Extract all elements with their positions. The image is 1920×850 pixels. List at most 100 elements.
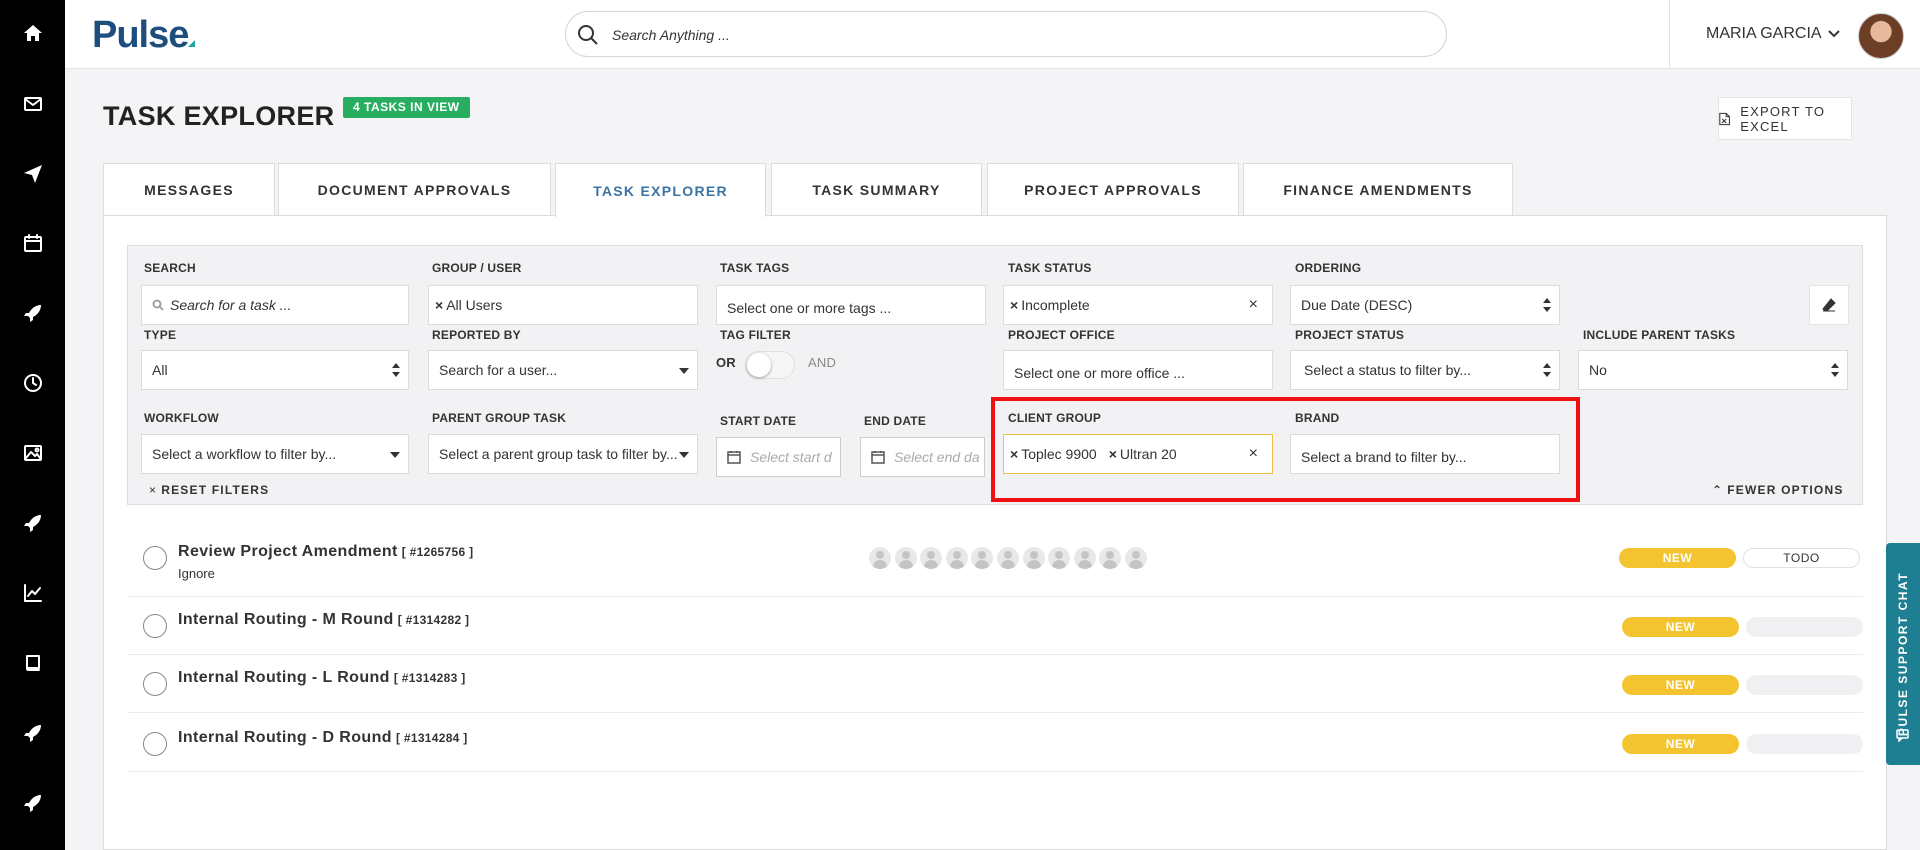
start-date-field[interactable]: Select start d: [716, 437, 841, 477]
support-chat-tab[interactable]: PULSE SUPPORT CHAT: [1886, 543, 1920, 765]
top-header: Pulse MARIA GARCIA: [65, 0, 1920, 69]
rocket-icon[interactable]: [0, 783, 65, 823]
avatar[interactable]: [1858, 13, 1904, 59]
brand-select[interactable]: Select a brand to filter by...: [1290, 434, 1560, 474]
image-icon[interactable]: [0, 433, 65, 473]
calendar-icon: [871, 451, 885, 464]
clock-icon[interactable]: [0, 363, 65, 403]
excel-file-icon: [1719, 112, 1730, 125]
search-icon: [578, 25, 598, 45]
user-icon[interactable]: [1099, 547, 1122, 569]
task-tags-select[interactable]: Select one or more tags ...: [716, 285, 986, 325]
user-icon[interactable]: [869, 547, 891, 569]
type-value: All: [152, 362, 168, 378]
global-search-input[interactable]: [612, 24, 1412, 46]
book-icon[interactable]: [0, 643, 65, 683]
table-row[interactable]: Internal Routing - L Round[ #1314283 ] N…: [127, 655, 1863, 713]
status-badge: NEW: [1622, 617, 1739, 637]
parent-group-task-select[interactable]: Select a parent group task to filter by.…: [428, 434, 698, 474]
chip-remove-icon[interactable]: ×: [1010, 297, 1018, 313]
include-parent-tasks-value: No: [1589, 362, 1607, 378]
task-status-select[interactable]: × Incomplete ×: [1003, 285, 1273, 325]
ordering-select[interactable]: Due Date (DESC): [1290, 285, 1560, 325]
user-icon[interactable]: [971, 547, 994, 569]
global-search-box[interactable]: [565, 11, 1447, 57]
start-date-label: START DATE: [720, 414, 797, 428]
client-group-select[interactable]: × Toplec 9900 × Ultran 20 ×: [1003, 434, 1273, 474]
task-title[interactable]: Internal Routing - M Round[ #1314282 ]: [178, 611, 469, 629]
tab-task-explorer[interactable]: TASK EXPLORER: [555, 163, 766, 217]
chip-remove-icon[interactable]: ×: [1109, 446, 1117, 462]
rocket-icon[interactable]: [0, 503, 65, 543]
send-icon[interactable]: [0, 154, 65, 194]
table-row[interactable]: Internal Routing - M Round[ #1314282 ] N…: [127, 597, 1863, 655]
fewer-options-button[interactable]: ⌃ FEWER OPTIONS: [1712, 483, 1844, 497]
tab-finance-amendments[interactable]: FINANCE AMENDMENTS: [1243, 163, 1513, 216]
workflow-select[interactable]: Select a workflow to filter by...: [141, 434, 409, 474]
reported-by-label: REPORTED BY: [432, 328, 521, 342]
user-icon[interactable]: [1022, 547, 1045, 569]
select-arrows-icon: [1543, 298, 1551, 314]
user-icon[interactable]: [996, 547, 1019, 569]
tab-task-summary[interactable]: TASK SUMMARY: [771, 163, 982, 216]
stage-badge[interactable]: [1746, 617, 1863, 637]
task-title-text: Internal Routing - M Round: [178, 611, 394, 628]
rocket-icon[interactable]: [0, 293, 65, 333]
task-complete-radio[interactable]: [143, 732, 167, 756]
tab-document-approvals[interactable]: DOCUMENT APPROVALS: [278, 163, 551, 216]
user-icon[interactable]: [1073, 547, 1096, 569]
task-id: [ #1265756 ]: [401, 545, 474, 559]
project-office-select[interactable]: Select one or more office ...: [1003, 350, 1273, 390]
chip-remove-icon[interactable]: ×: [435, 297, 443, 313]
reset-filters-button[interactable]: × RESET FILTERS: [149, 483, 269, 497]
task-complete-radio[interactable]: [143, 614, 167, 638]
mail-icon[interactable]: [0, 84, 65, 124]
task-search-field[interactable]: Search for a task ...: [141, 285, 409, 325]
task-title[interactable]: Internal Routing - D Round[ #1314284 ]: [178, 729, 468, 747]
user-menu-name[interactable]: MARIA GARCIA: [1706, 25, 1822, 43]
chip-label: All Users: [446, 297, 503, 313]
task-complete-radio[interactable]: [143, 672, 167, 696]
pulse-logo[interactable]: Pulse: [92, 14, 189, 57]
task-title[interactable]: Review Project Amendment[ #1265756 ]: [178, 543, 473, 561]
user-icon[interactable]: [945, 547, 968, 569]
calendar-icon[interactable]: [0, 223, 65, 263]
stage-badge[interactable]: [1746, 675, 1863, 695]
task-tags-placeholder: Select one or more tags ...: [727, 300, 892, 316]
project-status-select[interactable]: Select a status to filter by...: [1290, 350, 1560, 390]
user-icon[interactable]: [894, 547, 917, 569]
task-title[interactable]: Internal Routing - L Round[ #1314283 ]: [178, 669, 466, 687]
task-id: [ #1314283 ]: [393, 671, 466, 685]
stage-badge[interactable]: [1746, 734, 1863, 754]
tag-filter-label: TAG FILTER: [720, 328, 791, 342]
toggle-knob: [747, 353, 771, 377]
user-icon[interactable]: [1124, 547, 1147, 569]
clear-status-icon[interactable]: ×: [1249, 296, 1258, 314]
chip-remove-icon[interactable]: ×: [1010, 446, 1018, 462]
clear-client-group-icon[interactable]: ×: [1249, 445, 1258, 463]
end-date-field[interactable]: Select end da: [860, 437, 985, 477]
task-complete-radio[interactable]: [143, 546, 167, 570]
table-row[interactable]: Internal Routing - D Round[ #1314284 ] N…: [127, 713, 1863, 772]
include-parent-tasks-select[interactable]: No: [1578, 350, 1848, 390]
stage-badge[interactable]: TODO: [1743, 548, 1860, 568]
dropdown-arrow-icon: [679, 452, 689, 458]
eraser-icon: [1822, 298, 1836, 312]
reported-by-placeholder: Search for a user...: [439, 362, 558, 378]
export-to-excel-button[interactable]: EXPORT TO EXCEL: [1718, 97, 1852, 140]
tab-messages[interactable]: MESSAGES: [103, 163, 275, 216]
user-icon[interactable]: [1048, 547, 1071, 569]
select-arrows-icon: [1831, 363, 1839, 379]
home-icon[interactable]: [0, 13, 65, 53]
chart-icon[interactable]: [0, 573, 65, 613]
type-select[interactable]: All: [141, 350, 409, 390]
group-user-select[interactable]: × All Users: [428, 285, 698, 325]
user-icon[interactable]: [920, 547, 943, 569]
eraser-button[interactable]: [1809, 285, 1849, 325]
tag-filter-toggle[interactable]: [745, 351, 795, 379]
rocket-icon[interactable]: [0, 713, 65, 753]
export-label: EXPORT TO EXCEL: [1740, 103, 1826, 134]
tab-project-approvals[interactable]: PROJECT APPROVALS: [987, 163, 1239, 216]
chevron-down-icon[interactable]: [1827, 27, 1841, 41]
reported-by-select[interactable]: Search for a user...: [428, 350, 698, 390]
